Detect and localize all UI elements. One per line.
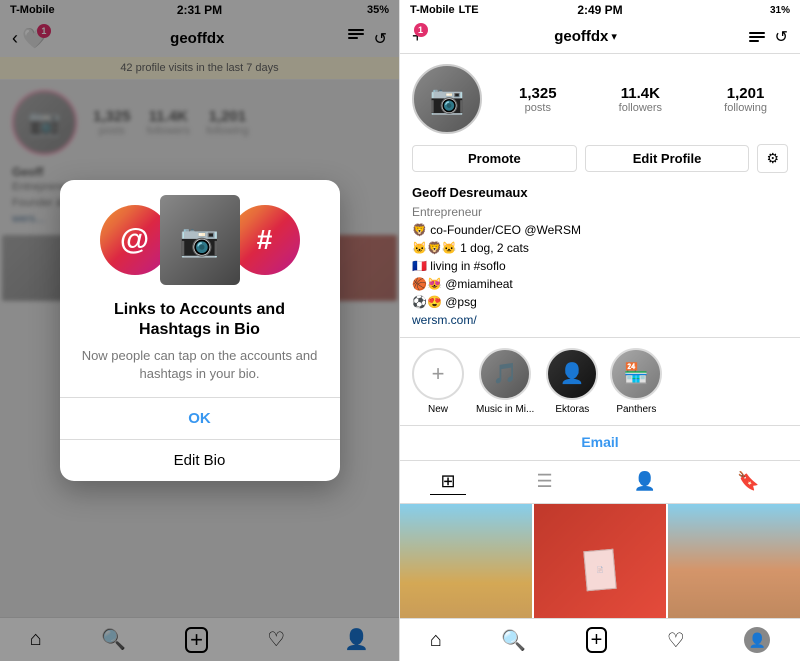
photo-cell-3[interactable] — [668, 504, 800, 619]
highlight-music-label: Music in Mi... — [476, 404, 534, 415]
tab-bookmark[interactable]: 🔖 — [727, 469, 769, 495]
photo-cell-2[interactable]: 📄 — [534, 504, 666, 619]
photo-cell-1[interactable] — [400, 504, 532, 619]
right-bio-line3: 🇫🇷 living in #soflo — [412, 257, 788, 275]
right-time: 2:49 PM — [577, 3, 622, 17]
modal-ok-button[interactable]: OK — [60, 398, 340, 440]
email-button[interactable]: Email — [581, 434, 618, 450]
right-status-left: T-Mobile LTE — [410, 4, 479, 16]
right-followers-label: followers — [619, 102, 662, 114]
right-bio-link[interactable]: wersm.com/ — [412, 311, 788, 329]
right-followers-value: 11.4K — [621, 85, 660, 102]
right-stats-icon[interactable] — [749, 32, 765, 42]
right-battery-pct: 31% — [770, 5, 790, 16]
highlight-music-circle: 🎵 — [479, 348, 531, 400]
right-highlights-row: + New 🎵 Music in Mi... 👤 Ektoras 🏪 Panth… — [400, 338, 800, 426]
modal-hash-icon: # — [230, 205, 300, 275]
modal-box: @ 📷 # Links to Accounts and Hashtags in … — [60, 180, 340, 482]
right-network: LTE — [459, 4, 479, 16]
right-history-icon[interactable]: ↺ — [775, 27, 788, 47]
right-bio-line5: ⚽😍 @psg — [412, 293, 788, 311]
right-nav-profile[interactable]: 👤 — [744, 627, 770, 653]
right-bio-title: Entrepreneur — [412, 203, 788, 221]
right-stats-row: 1,325 posts 11.4K followers 1,201 follow… — [498, 85, 788, 114]
right-panel: T-Mobile LTE 2:49 PM 31% + 1 geoffdx ▾ ↺ — [400, 0, 800, 661]
highlight-new-label: New — [428, 404, 448, 415]
right-status-right: 31% — [770, 5, 790, 16]
right-notification-badge: 1 — [414, 23, 428, 37]
highlight-music[interactable]: 🎵 Music in Mi... — [476, 348, 534, 415]
right-stat-posts: 1,325 posts — [519, 85, 557, 114]
right-header-left: + 1 — [412, 26, 423, 47]
right-carrier: T-Mobile — [410, 4, 455, 16]
highlight-panthers[interactable]: 🏪 Panthers — [610, 348, 662, 415]
right-nav-home[interactable]: ⌂ — [430, 629, 442, 652]
highlight-panthers-label: Panthers — [616, 404, 656, 415]
tab-person[interactable]: 👤 — [624, 469, 666, 495]
right-buttons-row: Promote Edit Profile ⚙ — [412, 144, 788, 173]
edit-profile-button[interactable]: Edit Profile — [585, 145, 750, 172]
modal-edit-bio-button[interactable]: Edit Bio — [60, 440, 340, 481]
tab-grid[interactable]: ⊞ — [430, 469, 465, 495]
right-nav-plus[interactable]: + — [586, 627, 608, 653]
right-nav-heart[interactable]: ♡ — [667, 628, 685, 653]
right-posts-value: 1,325 — [519, 85, 557, 102]
right-bottom-nav: ⌂ 🔍 + ♡ 👤 — [400, 618, 800, 661]
right-chevron-icon: ▾ — [611, 30, 617, 43]
highlight-ektoras[interactable]: 👤 Ektoras — [546, 348, 598, 415]
modal-photo: 📷 — [160, 195, 240, 285]
highlight-ektoras-circle: 👤 — [546, 348, 598, 400]
right-profile-top: 📷 1,325 posts 11.4K followers 1,201 foll… — [412, 64, 788, 134]
highlight-ektoras-label: Ektoras — [555, 404, 589, 415]
modal-image-area: @ 📷 # — [60, 180, 340, 290]
right-posts-label: posts — [525, 102, 551, 114]
tab-list[interactable]: ☰ — [527, 469, 563, 495]
settings-button[interactable]: ⚙ — [757, 144, 788, 173]
right-bio-line4: 🏀😻 @miamiheat — [412, 275, 788, 293]
right-photo-grid: 📄 — [400, 504, 800, 619]
highlight-panthers-circle: 🏪 — [610, 348, 662, 400]
right-bio-section: Geoff Desreumaux Entrepreneur 🦁 co-Found… — [412, 183, 788, 329]
right-avatar: 📷 — [412, 64, 482, 134]
right-profile-section: 📷 1,325 posts 11.4K followers 1,201 foll… — [400, 54, 800, 338]
right-status-bar: T-Mobile LTE 2:49 PM 31% — [400, 0, 800, 20]
right-bio-line1: 🦁 co-Founder/CEO @WeRSM — [412, 221, 788, 239]
left-panel: T-Mobile 2:31 PM 35% ‹ 🤍 1 geoffdx ↺ — [0, 0, 400, 661]
right-email-row: Email — [400, 426, 800, 461]
left-background: T-Mobile 2:31 PM 35% ‹ 🤍 1 geoffdx ↺ — [0, 0, 399, 661]
right-header-right: ↺ — [749, 27, 788, 47]
highlight-new[interactable]: + New — [412, 348, 464, 415]
right-username-area[interactable]: geoffdx ▾ — [554, 28, 617, 45]
modal-description: Now people can tap on the accounts and h… — [60, 347, 340, 397]
right-nav-search[interactable]: 🔍 — [501, 628, 526, 653]
modal-overlay: @ 📷 # Links to Accounts and Hashtags in … — [0, 0, 399, 661]
right-ig-header: + 1 geoffdx ▾ ↺ — [400, 20, 800, 54]
right-following-value: 1,201 — [727, 85, 765, 102]
right-stat-followers: 11.4K followers — [619, 85, 662, 114]
right-following-label: following — [724, 102, 767, 114]
right-stat-following: 1,201 following — [724, 85, 767, 114]
right-bio-line2: 🐱🦁🐱 1 dog, 2 cats — [412, 239, 788, 257]
highlight-plus-icon: + — [412, 348, 464, 400]
right-bio-name: Geoff Desreumaux — [412, 183, 788, 203]
right-plus-notification: + 1 — [412, 26, 423, 47]
promote-button[interactable]: Promote — [412, 145, 577, 172]
right-tabs-row: ⊞ ☰ 👤 🔖 — [400, 461, 800, 504]
modal-title: Links to Accounts and Hashtags in Bio — [60, 290, 340, 348]
right-header-username: geoffdx — [554, 28, 608, 45]
